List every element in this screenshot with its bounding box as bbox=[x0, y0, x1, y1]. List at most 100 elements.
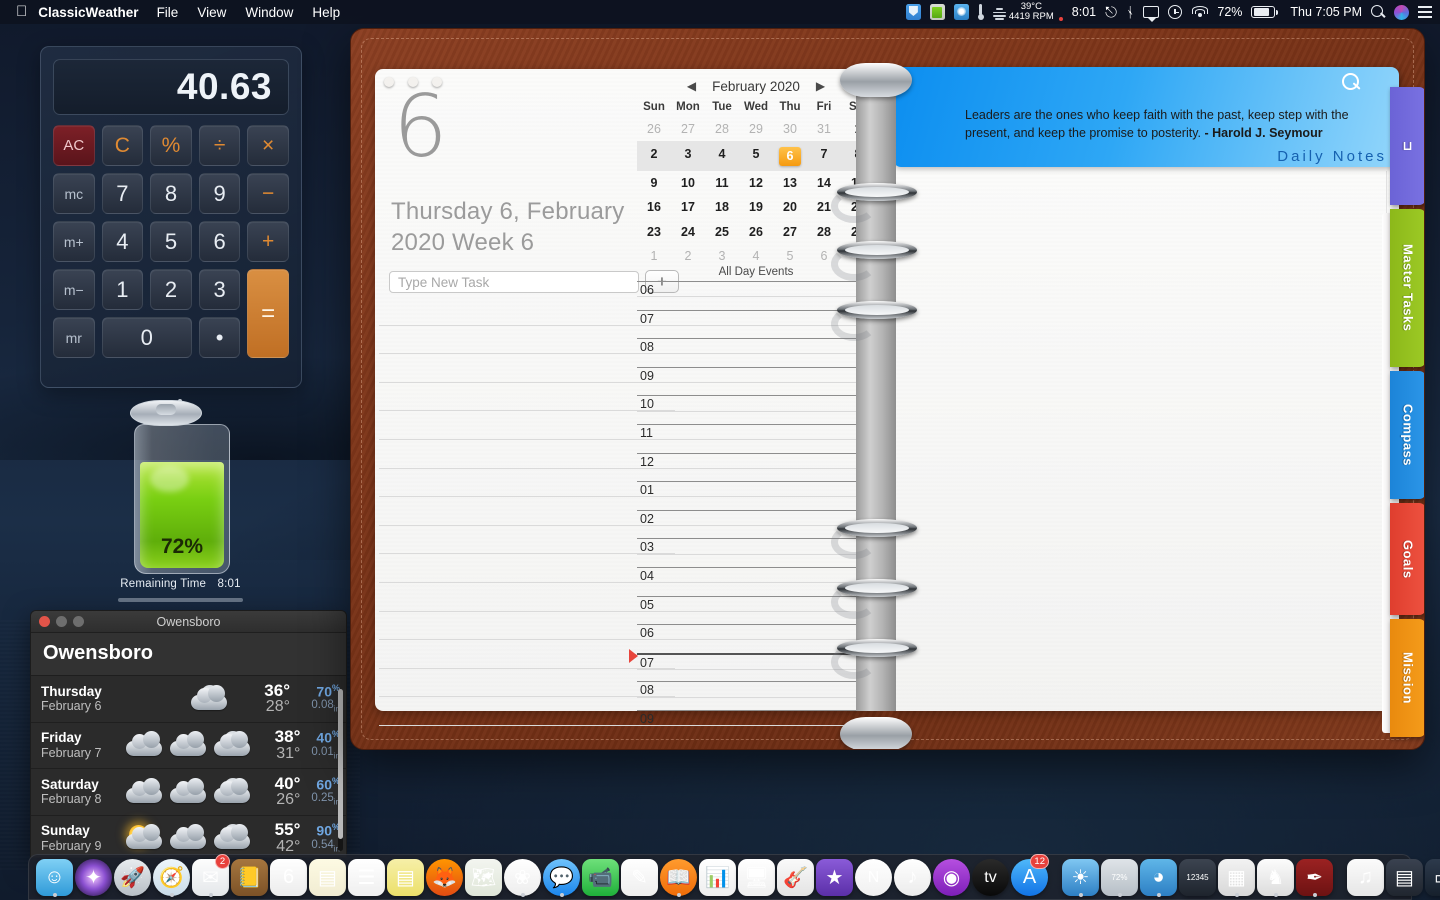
hour-row[interactable]: 11 bbox=[637, 423, 875, 453]
task-row[interactable] bbox=[379, 326, 675, 355]
next-month-arrow-icon[interactable]: ▶ bbox=[816, 79, 825, 93]
menu-window[interactable]: Window bbox=[245, 5, 293, 20]
calendar-day[interactable]: 26 bbox=[637, 117, 671, 141]
task-row[interactable] bbox=[379, 526, 675, 555]
calendar-day[interactable]: 24 bbox=[671, 220, 705, 244]
calc-key-9[interactable]: 9 bbox=[198, 173, 241, 214]
calc-key-3[interactable]: 3 bbox=[198, 269, 241, 310]
weather-scrollbar[interactable] bbox=[338, 689, 343, 851]
hour-row[interactable]: 09 bbox=[637, 366, 875, 396]
dock-item-weather-app[interactable]: ☀ bbox=[1062, 856, 1099, 897]
calendar-day[interactable]: 16 bbox=[637, 195, 671, 219]
calc-key-2[interactable]: 2 bbox=[150, 269, 192, 310]
calc-key-[interactable]: = bbox=[247, 269, 289, 358]
calc-key-m[interactable]: m+ bbox=[53, 221, 95, 262]
weather-menu-icon[interactable] bbox=[953, 4, 969, 20]
calendar-day[interactable]: 19 bbox=[739, 195, 773, 219]
spotlight-search-icon[interactable] bbox=[1371, 5, 1385, 19]
calc-key-[interactable]: − bbox=[247, 173, 289, 214]
dock-item-monitor-app[interactable]: ◕ bbox=[1140, 856, 1177, 897]
task-row[interactable] bbox=[379, 297, 675, 326]
dock-item-stickies[interactable]: ▤ bbox=[387, 856, 424, 896]
dock-item-finder[interactable]: ☺ bbox=[36, 856, 73, 897]
hour-row[interactable]: 08 bbox=[637, 338, 875, 367]
task-row[interactable] bbox=[379, 669, 675, 698]
task-row[interactable] bbox=[379, 440, 675, 469]
dock-item-chess[interactable]: ♞ bbox=[1257, 856, 1294, 897]
calendar-day[interactable]: 17 bbox=[671, 195, 705, 219]
calc-key-[interactable]: ÷ bbox=[198, 125, 241, 166]
dock-item-app-store[interactable]: A 12 bbox=[1011, 854, 1049, 896]
task-row[interactable] bbox=[379, 411, 675, 440]
dock-item-siri[interactable]: ✦ bbox=[75, 856, 112, 896]
dock[interactable]: ☺ ✦ 🚀 🧭 ✉ 2 📒 6 ▤ ☰ ▤ 🦊 🗺 ❀ 💬 📹 ✎ 📖 📊 🖥 🎸 ★ N ♪ ◉ tv A 12 ☀ 72% ◕ 12345… bbox=[28, 854, 1440, 900]
calendar-day[interactable]: 3 bbox=[671, 141, 705, 171]
planner-search-icon[interactable] bbox=[1342, 73, 1362, 93]
calendar-day[interactable]: 20 bbox=[773, 195, 807, 219]
dock-item-launchpad[interactable]: 🚀 bbox=[114, 856, 151, 896]
dock-item-mail[interactable]: ✉ 2 bbox=[192, 854, 230, 897]
dock-item-calendar-app[interactable]: ▦ bbox=[1218, 856, 1255, 897]
bluetooth-icon[interactable]: ᛀ bbox=[1126, 5, 1134, 19]
menubar-clock[interactable]: Thu 7:05 PM bbox=[1290, 5, 1362, 19]
menubar-app-name[interactable]: ClassicWeather bbox=[38, 5, 138, 20]
weather-titlebar[interactable]: Owensboro bbox=[31, 611, 346, 633]
dock-item-photos[interactable]: ❀ bbox=[504, 856, 541, 897]
hour-row[interactable]: 01 bbox=[637, 481, 875, 510]
apple-logo-icon[interactable]:  bbox=[8, 4, 38, 21]
calendar-day[interactable]: 28 bbox=[705, 117, 739, 141]
calendar-day[interactable]: 23 bbox=[637, 220, 671, 244]
calc-key-1[interactable]: 1 bbox=[101, 269, 144, 310]
calc-key-4[interactable]: 4 bbox=[101, 221, 144, 262]
calc-key-7[interactable]: 7 bbox=[101, 173, 144, 214]
calc-key-m[interactable]: m− bbox=[53, 269, 95, 310]
calendar-day[interactable]: 13 bbox=[773, 171, 807, 195]
time-machine-icon[interactable] bbox=[1168, 5, 1183, 19]
dock-item-apple-tv[interactable]: tv bbox=[972, 856, 1009, 896]
dock-item-ibooks[interactable]: 📖 bbox=[660, 856, 697, 897]
calendar-day[interactable]: 26 bbox=[739, 220, 773, 244]
zoom-button[interactable] bbox=[73, 616, 84, 627]
calendar-day[interactable]: 31 bbox=[807, 117, 841, 141]
calendar-day[interactable]: 14 bbox=[807, 171, 841, 195]
planner-window[interactable]: 6 Thursday 6, February 2020 Week 6 Type … bbox=[350, 28, 1425, 750]
calendar-day[interactable]: 7 bbox=[807, 141, 841, 171]
sidebar-item-mission[interactable]: Mission bbox=[1390, 619, 1424, 737]
sidebar-item-goals[interactable]: Goals bbox=[1390, 503, 1424, 615]
minimize-button[interactable] bbox=[56, 616, 67, 627]
calc-key-mr[interactable]: mr bbox=[53, 317, 95, 358]
dock-item-itunes[interactable]: ♪ bbox=[894, 856, 931, 896]
calendar-day[interactable]: 10 bbox=[671, 171, 705, 195]
calendar-day[interactable]: 4 bbox=[739, 244, 773, 268]
calendar-day[interactable]: 9 bbox=[637, 171, 671, 195]
dock-item-podcasts[interactable]: ◉ bbox=[933, 856, 970, 896]
task-row[interactable] bbox=[379, 697, 675, 726]
calendar-day-today[interactable]: 6 bbox=[773, 141, 807, 171]
calendar-day[interactable]: 5 bbox=[739, 141, 773, 171]
task-row[interactable] bbox=[379, 583, 675, 612]
dropbox-icon[interactable] bbox=[905, 4, 921, 20]
planner-window-controls[interactable] bbox=[384, 77, 442, 87]
close-button[interactable] bbox=[39, 616, 50, 627]
calc-key-c[interactable]: C bbox=[101, 125, 144, 166]
prev-month-arrow-icon[interactable]: ◀ bbox=[687, 79, 696, 93]
dock-item-planner-app[interactable]: ✒ bbox=[1296, 856, 1333, 897]
dock-item-safari[interactable]: 🧭 bbox=[153, 856, 190, 897]
wifi-icon[interactable] bbox=[1191, 5, 1208, 19]
calendar-day[interactable]: 4 bbox=[705, 141, 739, 171]
dock-item-garageband[interactable]: 🎸 bbox=[777, 856, 814, 896]
calc-key-8[interactable]: 8 bbox=[150, 173, 192, 214]
sidebar-item-compass[interactable]: Compass bbox=[1390, 371, 1424, 499]
table-row[interactable]: Thursday February 6 36° 28° 70% 0.08in bbox=[31, 676, 346, 723]
dock-item-news[interactable]: N bbox=[855, 856, 892, 896]
planner-close-button[interactable] bbox=[384, 77, 394, 87]
calc-key-ac[interactable]: AC bbox=[53, 125, 95, 166]
task-row[interactable] bbox=[379, 497, 675, 526]
dock-item-battery-app[interactable]: 72% bbox=[1101, 856, 1138, 897]
calc-key-0[interactable]: 0 bbox=[101, 317, 192, 358]
dock-item-calendar[interactable]: 6 bbox=[270, 856, 307, 896]
calendar-day[interactable]: 3 bbox=[705, 244, 739, 268]
calendar-day[interactable]: 2 bbox=[637, 141, 671, 171]
calc-key-[interactable]: % bbox=[150, 125, 192, 166]
dock-item-keynote[interactable]: 🖥 bbox=[738, 856, 775, 896]
